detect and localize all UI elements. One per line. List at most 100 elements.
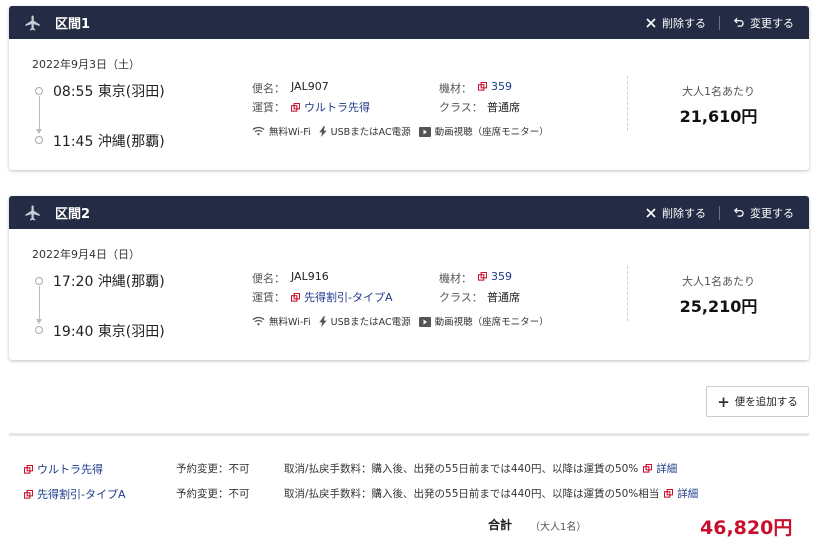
change-label: 変更する [750,206,794,220]
fare-rule-name: ウルトラ先得 [37,463,103,476]
amenities: 無料Wi-Fi USBまたはAC電源 動画視聴（座席モニター） [252,314,557,328]
section-divider [9,433,809,436]
flight-date: 2022年9月3日（土） [32,58,140,71]
amenity-video: 動画視聴（座席モニター） [418,314,549,328]
aircraft-link[interactable]: 359 [478,270,512,283]
segment-title: 区間2 [55,207,91,222]
departure-time: 08:55 [53,84,94,100]
external-link-icon [24,464,33,474]
fare-type-label: 運賃： [252,291,285,304]
fare-detail-label: 詳細 [656,463,678,475]
header-divider [719,15,720,30]
departure-time: 17:20 [53,274,94,290]
departure-place: 沖縄(那覇) [97,274,165,290]
delete-label: 削除する [662,206,706,220]
fare-rule-name: 先得割引-タイプA [37,488,126,501]
aircraft-label: 機材： [439,82,472,95]
departure-dot [35,87,43,95]
price-box: 大人1名あたり 21,610円 [627,76,809,131]
close-icon [646,17,656,28]
external-link-icon [24,489,33,499]
change-segment-button[interactable]: 変更する [733,15,794,31]
wifi-label: 無料Wi-Fi [269,127,311,138]
fare-type-link[interactable]: ウルトラ先得 [291,99,370,115]
timeline-line [39,286,40,321]
segment-card-1: 区間1 削除する 変更する 2022年9月3日（土） 08:55 東京(羽田) [9,6,809,170]
power-label: USBまたはAC電源 [330,317,411,328]
price-note: 大人1名あたり [682,275,755,288]
header-divider [719,205,720,220]
segment-body: 2022年9月4日（日） 17:20 沖縄(那覇) 19:40 東京(羽田) 便… [9,229,809,360]
amenity-wifi: 無料Wi-Fi [252,124,311,138]
timeline-line [39,96,40,131]
airplane-icon [23,203,43,223]
delete-segment-button[interactable]: 削除する [646,205,706,221]
aircraft-type: 359 [491,80,512,93]
video-label: 動画視聴（座席モニター） [434,127,549,138]
external-link-icon [291,292,300,302]
external-link-icon [478,82,487,91]
arrival-dot [35,136,43,144]
flight-date: 2022年9月4日（日） [32,248,140,261]
airplane-icon [23,13,43,33]
power-label: USBまたはAC電源 [330,127,411,138]
flight-number-label: 便名： [252,82,285,95]
add-flight-button[interactable]: + 便を追加する [706,386,809,417]
price-note: 大人1名あたり [682,85,755,98]
video-label: 動画視聴（座席モニター） [434,317,549,328]
undo-icon [733,207,744,218]
fare-rule-cancel-text: 取消/払戻手数料：購入後、出発の55日前までは440円、以降は運賃の50%相当 [284,488,660,500]
total-price: 46,820円 [700,517,793,539]
fare-rule-cancel: 取消/払戻手数料：購入後、出発の55日前までは440円、以降は運賃の50% 詳細 [284,461,677,476]
timeline [33,87,45,144]
segment-price: 25,210円 [679,297,758,316]
add-flight-label: 便を追加する [734,396,798,408]
wifi-icon [252,316,265,326]
plus-icon: + [717,392,730,411]
aircraft-link[interactable]: 359 [478,80,512,93]
undo-icon [733,17,744,28]
amenities: 無料Wi-Fi USBまたはAC電源 動画視聴（座席モニター） [252,124,557,138]
seat-class: 普通席 [487,101,520,114]
change-segment-button[interactable]: 変更する [733,205,794,221]
fare-detail-label: 詳細 [677,488,699,500]
arrival-dot [35,326,43,334]
departure-dot [35,277,43,285]
arrival-time: 19:40 [53,324,94,340]
external-link-icon [291,102,300,112]
segment-header: 区間1 削除する 変更する [9,6,809,39]
aircraft-type: 359 [491,270,512,283]
monitor-icon [418,316,431,327]
external-link-icon [664,489,674,498]
departure-row: 08:55 東京(羽田) [53,81,165,101]
lightning-icon [319,315,327,327]
close-icon [646,207,656,218]
total-passenger-note: （大人1名） [530,522,587,533]
arrival-row: 19:40 東京(羽田) [53,321,165,341]
fare-rule-link-2[interactable]: 先得割引-タイプA [24,486,126,502]
timeline-arrow-icon [36,319,42,324]
seat-class-label: クラス： [439,291,483,304]
seat-class-label: クラス： [439,101,483,114]
fare-type-link[interactable]: 先得割引-タイプA [291,289,393,305]
price-box: 大人1名あたり 25,210円 [627,266,809,321]
flight-number: JAL907 [291,80,329,93]
segment-header: 区間2 削除する 変更する [9,196,809,229]
departure-row: 17:20 沖縄(那覇) [53,271,165,291]
fare-detail-link-1[interactable]: 詳細 [643,461,677,476]
fare-type-label: 運賃： [252,101,285,114]
monitor-icon [418,126,431,137]
total-label: 合計 [488,518,513,532]
arrival-time: 11:45 [53,134,94,150]
external-link-icon [643,464,653,473]
delete-label: 削除する [662,16,706,30]
fare-detail-link-2[interactable]: 詳細 [664,486,698,501]
segment-body: 2022年9月3日（土） 08:55 東京(羽田) 11:45 沖縄(那覇) 便… [9,39,809,170]
timeline-arrow-icon [36,129,42,134]
fare-rule-link-1[interactable]: ウルトラ先得 [24,461,103,477]
flight-number-label: 便名： [252,272,285,285]
segment-title: 区間1 [55,17,91,32]
delete-segment-button[interactable]: 削除する [646,15,706,31]
segment-price: 21,610円 [679,107,758,126]
fare-type: 先得割引-タイプA [304,291,393,304]
